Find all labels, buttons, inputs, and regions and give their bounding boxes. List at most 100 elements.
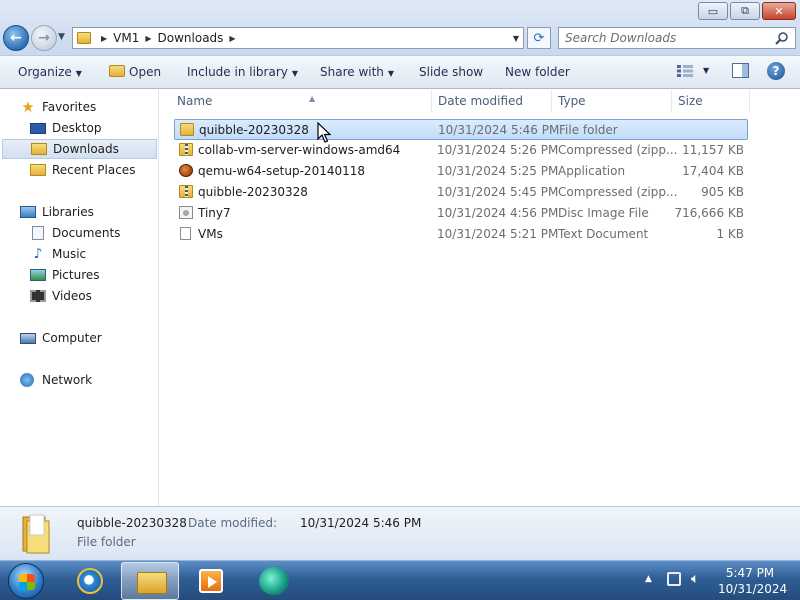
file-date: 10/31/2024 5:25 PM (437, 164, 559, 178)
sidebar-item-label: Desktop (52, 121, 102, 135)
close-button[interactable]: ✕ (762, 2, 796, 20)
taskbar-media-player[interactable] (181, 562, 239, 600)
chevron-right-icon[interactable]: ▶ (229, 34, 235, 43)
file-type: File folder (559, 123, 618, 137)
file-name: quibble-20230328 (199, 123, 309, 137)
column-headers: Name ▲ Date modified Type Size (160, 90, 752, 112)
folder-icon (180, 123, 194, 136)
sidebar-item-favorites[interactable]: ★ Favorites (20, 97, 178, 117)
media-player-icon (199, 569, 223, 593)
start-button[interactable] (8, 563, 44, 599)
file-type: Compressed (zipp... (558, 143, 678, 157)
sidebar-item-label: Pictures (52, 268, 100, 282)
sidebar-item-libraries[interactable]: Libraries (20, 202, 178, 222)
address-dropdown-icon[interactable]: ▼ (513, 34, 519, 43)
sort-indicator-icon: ▲ (309, 94, 316, 103)
sidebar-item-downloads[interactable]: Downloads (2, 139, 157, 159)
organize-button[interactable]: Organize ▼ (18, 65, 82, 79)
taskbar-internet-explorer[interactable] (61, 562, 119, 600)
breadcrumb-downloads[interactable]: Downloads (158, 31, 224, 45)
column-header-date-modified[interactable]: Date modified (430, 90, 552, 112)
slide-show-button[interactable]: Slide show (419, 65, 483, 79)
file-type: Application (558, 164, 626, 178)
taskbar: ▲ 🔈︎ 5:47 PM 10/31/2024 (0, 560, 800, 600)
clock-date: 10/31/2024 (718, 582, 788, 596)
share-with-button[interactable]: Share with ▼ (320, 65, 394, 79)
file-type: Compressed (zipp... (558, 185, 678, 199)
file-row-collab-vm-server[interactable]: collab-vm-server-windows-amd64 10/31/202… (174, 140, 748, 161)
show-hidden-icons-icon[interactable]: ▲ (645, 574, 652, 584)
open-button[interactable]: Open (109, 65, 161, 79)
system-clock[interactable]: 5:47 PM 10/31/2024 (718, 565, 788, 597)
file-date: 10/31/2024 5:21 PM (437, 227, 559, 241)
zip-folder-icon (179, 143, 193, 156)
include-in-library-button[interactable]: Include in library ▼ (187, 65, 298, 79)
column-header-size[interactable]: Size (670, 90, 750, 112)
folder-icon (22, 514, 50, 554)
sidebar-item-label: Libraries (42, 205, 94, 219)
new-folder-button[interactable]: New folder (505, 65, 570, 79)
details-pane: quibble-20230328 Date modified: 10/31/20… (0, 506, 800, 560)
title-bar: ▭ ⧉ ✕ ← → ▼ ▶ VM1 ▶ Downloads ▶ ▼ ⟳ (0, 0, 800, 56)
forward-button[interactable]: → (31, 25, 57, 51)
details-date-modified-value: 10/31/2024 5:46 PM (300, 516, 422, 530)
column-header-name[interactable]: Name ▲ (169, 90, 432, 112)
mouse-cursor-icon (317, 122, 331, 143)
sidebar-item-computer[interactable]: Computer (20, 328, 178, 348)
breadcrumb-vm1[interactable]: VM1 (113, 31, 139, 45)
file-row-quibble-folder[interactable]: quibble-20230328 10/31/2024 5:46 PM File… (174, 119, 748, 140)
volume-icon[interactable]: 🔈︎ (691, 571, 699, 587)
refresh-button[interactable]: ⟳ (527, 27, 551, 49)
recent-places-icon (30, 164, 46, 176)
video-film-icon (30, 290, 46, 302)
search-input[interactable] (565, 31, 765, 45)
chevron-down-icon: ▼ (387, 69, 395, 78)
network-status-icon[interactable] (667, 572, 681, 586)
preview-pane-icon[interactable] (732, 63, 749, 78)
star-icon: ★ (21, 98, 35, 116)
back-button[interactable]: ← (3, 25, 29, 51)
file-size: 905 KB (701, 185, 744, 199)
maximize-button[interactable]: ⧉ (730, 2, 760, 20)
pictures-icon (30, 269, 46, 281)
forward-arrow-icon: → (38, 30, 50, 46)
sidebar-item-label: Favorites (42, 100, 97, 114)
file-name: collab-vm-server-windows-amd64 (198, 143, 401, 157)
windows-explorer-icon (137, 572, 167, 594)
desktop-icon (30, 122, 46, 134)
file-row-quibble-zip[interactable]: quibble-20230328 10/31/2024 5:45 PM Comp… (174, 182, 748, 203)
chevron-right-icon[interactable]: ▶ (101, 34, 107, 43)
file-size: 11,157 KB (682, 143, 744, 157)
views-dropdown-icon[interactable]: ▼ (703, 66, 709, 75)
navigation-pane: ★ Favorites Desktop Downloads Recent Plac… (0, 90, 159, 506)
clock-time: 5:47 PM (725, 566, 775, 580)
taskbar-windows-explorer[interactable] (121, 562, 179, 600)
taskbar-app[interactable] (245, 562, 303, 600)
file-row-tiny7[interactable]: Tiny7 10/31/2024 4:56 PM Disc Image File… (174, 203, 748, 224)
text-document-icon (180, 227, 191, 240)
file-row-vms[interactable]: VMs 10/31/2024 5:21 PM Text Document 1 K… (174, 224, 748, 245)
libraries-icon (20, 206, 36, 218)
recent-pages-dropdown[interactable]: ▼ (58, 32, 65, 42)
folder-icon (77, 32, 91, 44)
sidebar-item-label: Videos (52, 289, 92, 303)
back-arrow-icon: ← (10, 30, 22, 46)
sidebar-item-label: Documents (52, 226, 121, 240)
chevron-down-icon: ▼ (291, 69, 299, 78)
file-row-qemu-setup[interactable]: qemu-w64-setup-20140118 10/31/2024 5:25 … (174, 161, 748, 182)
chevron-right-icon[interactable]: ▶ (145, 34, 151, 43)
application-icon (179, 164, 193, 177)
change-view-icon[interactable] (677, 65, 693, 77)
search-box[interactable] (558, 27, 796, 49)
address-bar[interactable]: ▶ VM1 ▶ Downloads ▶ ▼ (72, 27, 524, 49)
column-header-type[interactable]: Type (550, 90, 672, 112)
help-icon[interactable]: ? (767, 62, 785, 80)
sidebar-item-network[interactable]: Network (20, 370, 178, 390)
sidebar-item-label: Network (42, 373, 93, 387)
file-date: 10/31/2024 5:26 PM (437, 143, 559, 157)
details-file-name: quibble-20230328 (77, 516, 187, 530)
open-folder-icon (109, 65, 125, 77)
minimize-button[interactable]: ▭ (698, 2, 728, 20)
search-icon[interactable] (775, 31, 789, 45)
downloads-folder-icon (31, 143, 47, 155)
